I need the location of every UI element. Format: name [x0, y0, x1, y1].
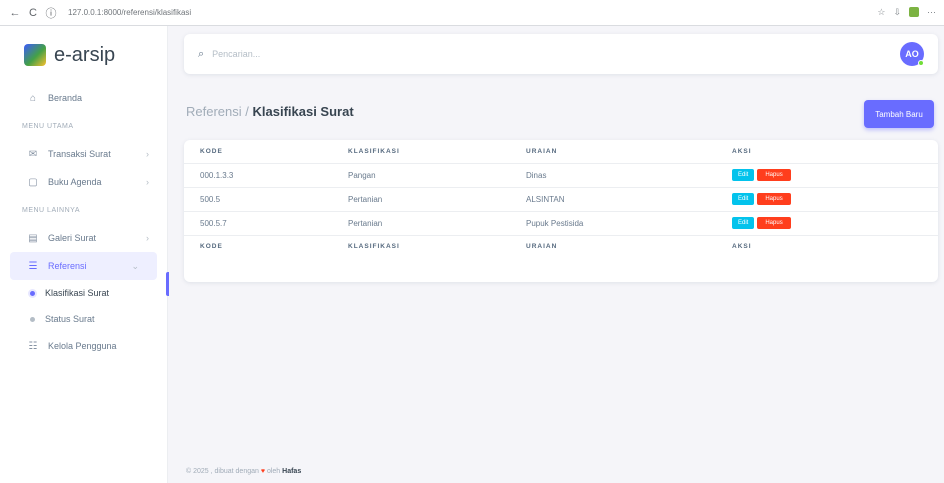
menu-header-lainnya: MENU LAINNYA: [22, 206, 80, 214]
brand-name: e-arsip: [54, 43, 116, 66]
column-header-aksi: AKSI: [716, 140, 938, 164]
sidebar-item-label: Beranda: [48, 93, 83, 103]
browser-controls: ☆ ⇩ ⋯: [877, 7, 936, 18]
cell-klasifikasi: Pertanian: [332, 187, 510, 212]
table-row: 000.1.3.3 Pangan Dinas Edit Hapus: [184, 163, 938, 188]
download-icon[interactable]: ⇩: [893, 7, 901, 18]
list-icon: ☰: [28, 260, 38, 272]
table-footer-row: KODE KLASIFIKASI URAIAN AKSI: [184, 234, 938, 258]
column-header-klasifikasi[interactable]: KLASIFIKASI: [332, 140, 510, 164]
cell-klasifikasi: Pertanian: [332, 211, 510, 236]
sidebar-item-label: Buku Agenda: [48, 177, 102, 187]
footer-header-uraian: URAIAN: [510, 234, 716, 258]
reload-icon[interactable]: C: [26, 7, 40, 19]
cell-uraian: Pupuk Pestisida: [510, 211, 716, 236]
extension-icon[interactable]: [909, 7, 919, 17]
app-logo-icon: [24, 44, 46, 66]
bullet-icon: [30, 290, 35, 296]
sidebar-subitem-label: Status Surat: [45, 314, 95, 324]
footer-text: © 2025 , dibuat dengan: [186, 468, 259, 475]
table-row: 500.5.7 Pertanian Pupuk Pestisida Edit Ha…: [184, 211, 938, 236]
sidebar-item-referensi[interactable]: ☰ Referensi ⌄: [10, 252, 157, 280]
back-icon[interactable]: ←: [8, 7, 22, 19]
menu-header-utama: MENU UTAMA: [22, 122, 74, 130]
klasifikasi-table: KODE KLASIFIKASI URAIAN AKSI 000.1.3.3 P…: [184, 140, 938, 258]
page-title: Referensi / Klasifikasi Surat: [186, 104, 354, 119]
cell-aksi: Edit Hapus: [716, 163, 938, 188]
footer-author-link[interactable]: Hafas: [282, 468, 301, 475]
table-card: KODE KLASIFIKASI URAIAN AKSI 000.1.3.3 P…: [184, 140, 938, 282]
sidebar-item-label: Referensi: [48, 261, 87, 271]
footer-by: oleh: [266, 468, 281, 475]
page-title-current: Klasifikasi Surat: [252, 104, 354, 119]
brand[interactable]: e-arsip: [0, 26, 167, 84]
sidebar-item-beranda[interactable]: ⌂ Beranda: [0, 84, 167, 112]
sidebar-item-label: Kelola Pengguna: [48, 341, 117, 351]
bullet-icon: [30, 316, 35, 322]
more-icon[interactable]: ⋯: [927, 7, 936, 18]
page-footer: © 2025 , dibuat dengan ♥ oleh Hafas: [186, 468, 301, 475]
footer-header-klasifikasi: KLASIFIKASI: [332, 234, 510, 258]
table-header-row: KODE KLASIFIKASI URAIAN AKSI: [184, 140, 938, 164]
sidebar-item-kelola-pengguna[interactable]: ☷ Kelola Pengguna: [0, 332, 167, 360]
cell-uraian: Dinas: [510, 163, 716, 188]
cell-aksi: Edit Hapus: [716, 187, 938, 212]
cell-aksi: Edit Hapus: [716, 211, 938, 236]
search-input[interactable]: [212, 49, 413, 59]
sidebar-item-transaksi[interactable]: ✉ Transaksi Surat ›: [0, 140, 167, 168]
footer-header-aksi: AKSI: [716, 234, 938, 258]
info-icon[interactable]: ⓘ: [44, 5, 58, 21]
chevron-right-icon: ›: [146, 149, 149, 159]
cell-kode: 500.5.7: [184, 211, 332, 236]
delete-button[interactable]: Hapus: [757, 169, 791, 181]
chevron-down-icon: ⌄: [131, 260, 139, 271]
cell-kode: 500.5: [184, 187, 332, 212]
book-icon: ▢: [28, 176, 38, 188]
search-icon: ⌕: [198, 47, 205, 60]
cell-klasifikasi: Pangan: [332, 163, 510, 188]
footer-header-kode: KODE: [184, 234, 332, 258]
column-header-uraian[interactable]: URAIAN: [510, 140, 716, 164]
sidebar-item-buku-agenda[interactable]: ▢ Buku Agenda ›: [0, 168, 167, 196]
sidebar-item-galeri[interactable]: ▤ Galeri Surat ›: [0, 224, 167, 252]
delete-button[interactable]: Hapus: [757, 217, 791, 229]
avatar-initials: AO: [905, 49, 919, 59]
sidebar-subitem-label: Klasifikasi Surat: [45, 288, 110, 298]
cell-uraian: ALSINTAN: [510, 187, 716, 212]
active-indicator: [166, 272, 169, 296]
top-navbar: ⌕ AO: [184, 34, 938, 74]
mail-icon: ✉: [28, 148, 38, 160]
star-icon[interactable]: ☆: [877, 7, 885, 18]
sidebar-item-label: Galeri Surat: [48, 233, 97, 243]
table-row: 500.5 Pertanian ALSINTAN Edit Hapus: [184, 187, 938, 212]
heart-icon: ♥: [260, 468, 265, 475]
sidebar-subitem-klasifikasi[interactable]: Klasifikasi Surat: [0, 280, 167, 306]
sidebar-subitem-status[interactable]: Status Surat: [0, 306, 167, 332]
browser-toolbar: ← C ⓘ 127.0.0.1:8000/referensi/klasifika…: [0, 0, 944, 26]
delete-button[interactable]: Hapus: [757, 193, 791, 205]
online-status-icon: [918, 60, 924, 66]
breadcrumb[interactable]: Referensi /: [186, 104, 249, 119]
users-icon: ☷: [28, 340, 38, 352]
home-icon: ⌂: [29, 92, 37, 104]
edit-button[interactable]: Edit: [732, 217, 755, 229]
edit-button[interactable]: Edit: [732, 169, 755, 181]
avatar[interactable]: AO: [900, 42, 924, 66]
cell-kode: 000.1.3.3: [184, 163, 332, 188]
edit-button[interactable]: Edit: [732, 193, 755, 205]
column-header-kode[interactable]: KODE: [184, 140, 332, 164]
sidebar: e-arsip ⌂ Beranda MENU UTAMA ✉ Transaksi…: [0, 26, 168, 483]
address-bar[interactable]: 127.0.0.1:8000/referensi/klasifikasi: [68, 8, 191, 17]
add-new-button[interactable]: Tambah Baru: [864, 100, 934, 128]
gallery-icon: ▤: [28, 232, 38, 244]
sidebar-item-label: Transaksi Surat: [48, 149, 111, 159]
chevron-right-icon: ›: [146, 233, 149, 243]
chevron-right-icon: ›: [146, 177, 149, 187]
